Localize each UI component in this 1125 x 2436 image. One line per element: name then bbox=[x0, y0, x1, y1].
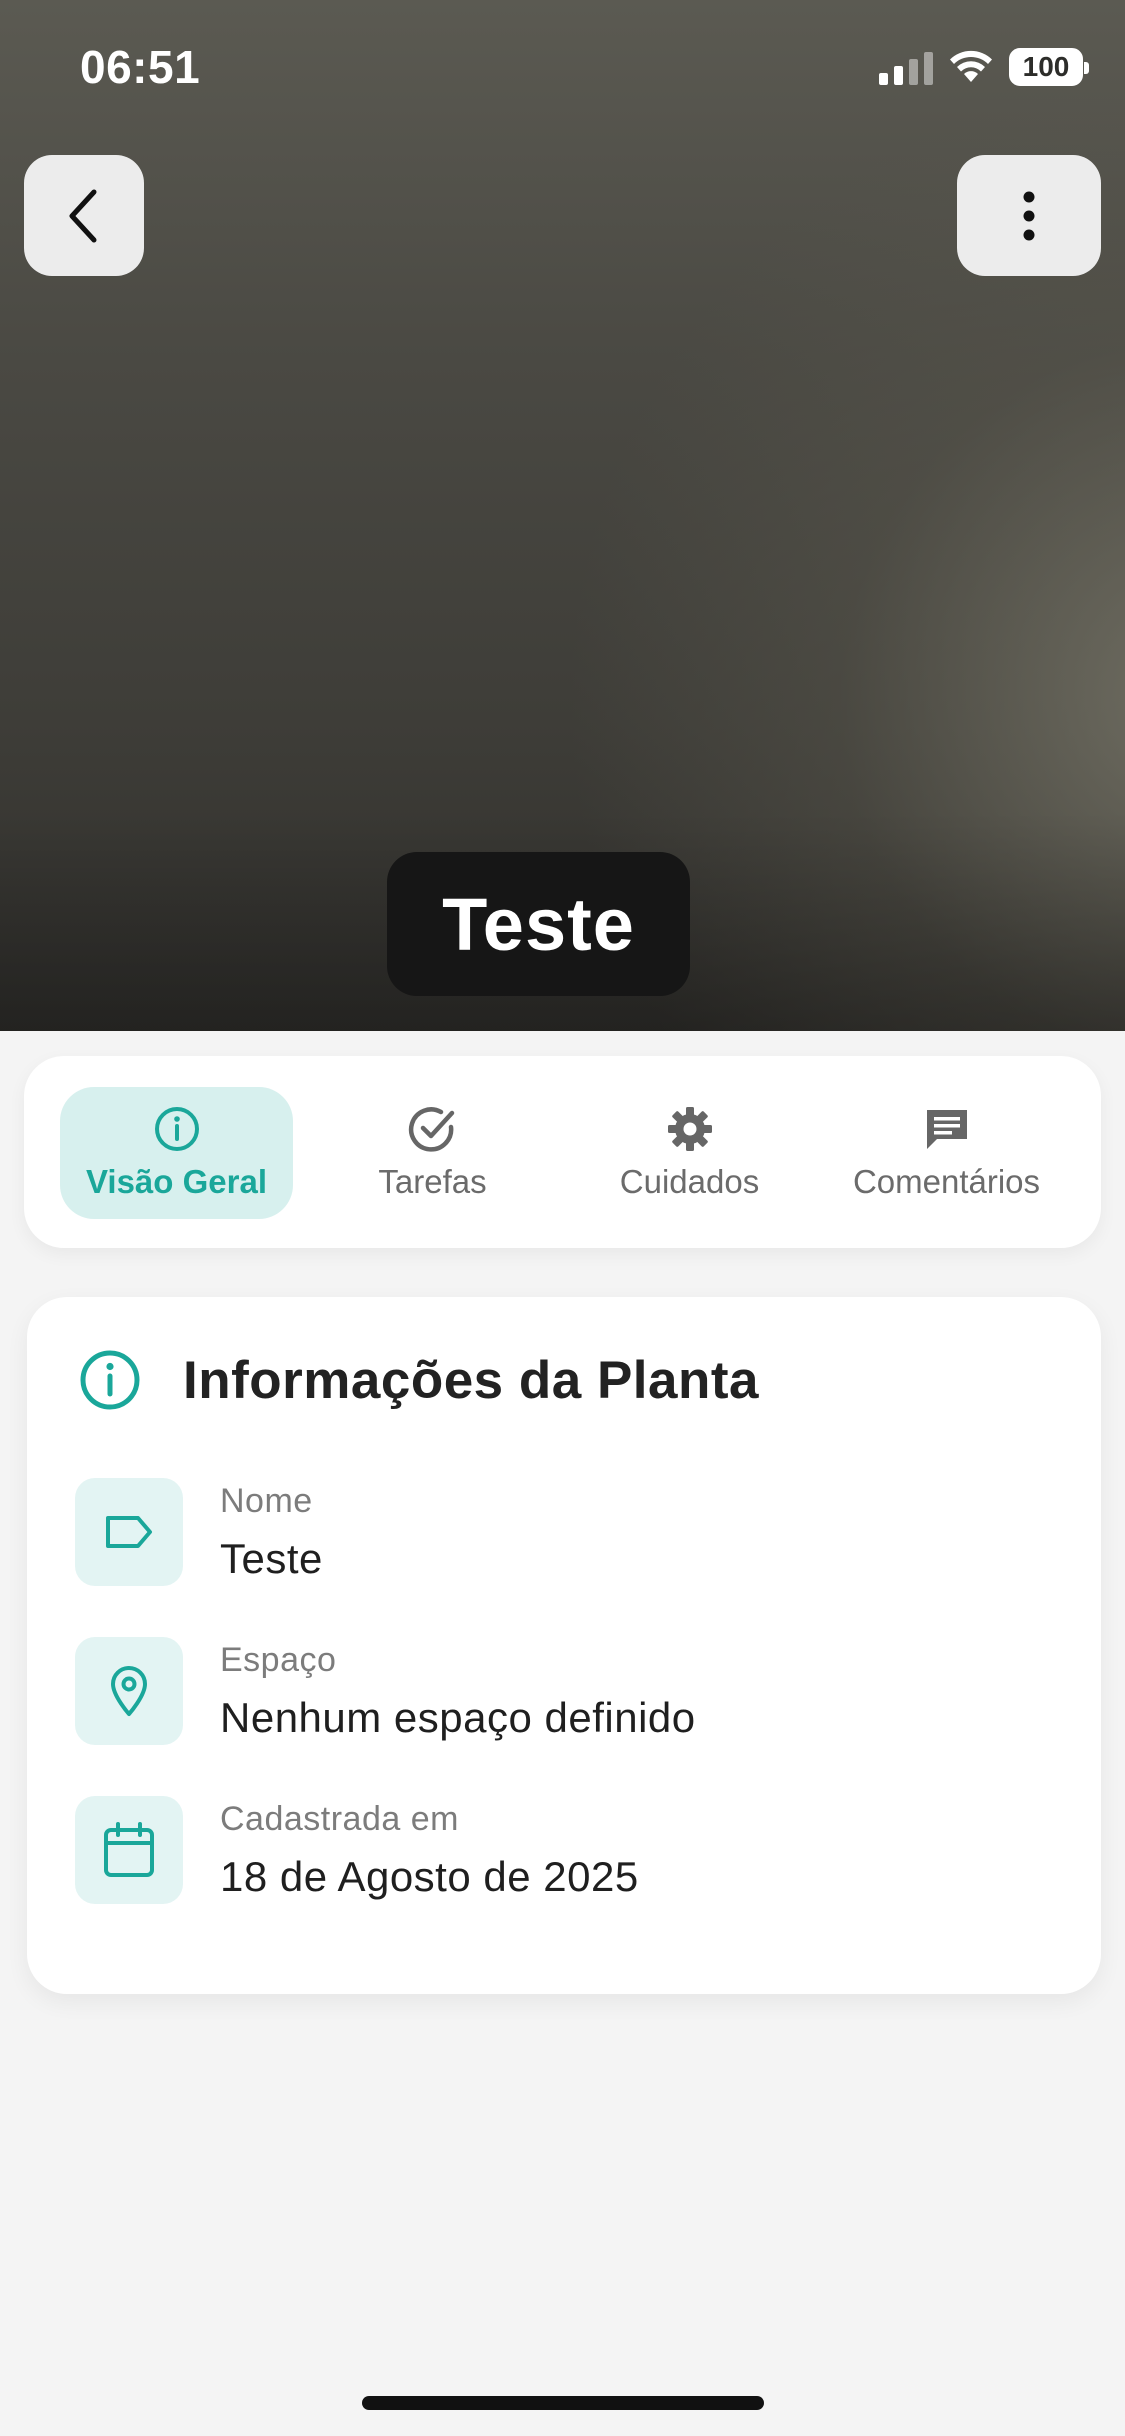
info-icon bbox=[80, 1350, 140, 1410]
more-options-button[interactable] bbox=[957, 155, 1101, 276]
battery-icon: 100 bbox=[1009, 48, 1089, 86]
home-indicator bbox=[362, 2396, 764, 2410]
plant-name-title: Teste bbox=[387, 852, 690, 996]
chevron-left-icon bbox=[69, 189, 97, 242]
row-icon-box bbox=[75, 1637, 183, 1745]
info-icon bbox=[154, 1107, 199, 1151]
space-label: Espaço bbox=[220, 1640, 337, 1679]
status-icons: 100 bbox=[879, 48, 1089, 86]
row-icon-box bbox=[75, 1796, 183, 1904]
card-header: Informações da Planta bbox=[79, 1349, 759, 1411]
tab-care[interactable]: Cuidados bbox=[573, 1087, 806, 1219]
plant-detail-screen: 06:51 100 Teste Visão Geral Tarefas Cuid… bbox=[0, 0, 1125, 2436]
name-label: Nome bbox=[220, 1481, 313, 1520]
info-row-space: Espaço Nenhum espaço definido bbox=[75, 1637, 696, 1745]
status-time: 06:51 bbox=[80, 41, 201, 93]
tag-icon bbox=[106, 1516, 152, 1548]
comment-icon bbox=[926, 1110, 967, 1149]
back-button[interactable] bbox=[24, 155, 144, 276]
wifi-icon bbox=[950, 50, 992, 82]
tab-overview[interactable]: Visão Geral bbox=[60, 1087, 293, 1219]
gear-icon bbox=[667, 1107, 712, 1151]
plant-info-card: Informações da Planta Nome Teste Espaço … bbox=[27, 1297, 1101, 1994]
cellular-signal-icon bbox=[879, 49, 933, 85]
tab-bar: Visão Geral Tarefas Cuidados Comentários bbox=[24, 1056, 1101, 1248]
name-value: Teste bbox=[220, 1534, 323, 1582]
space-value: Nenhum espaço definido bbox=[220, 1693, 696, 1741]
tab-overview-label: Visão Geral bbox=[85, 1163, 267, 1200]
more-vertical-icon bbox=[1023, 191, 1035, 240]
registered-label: Cadastrada em bbox=[220, 1799, 459, 1838]
tab-tasks[interactable]: Tarefas bbox=[316, 1087, 549, 1219]
registered-value: 18 de Agosto de 2025 bbox=[220, 1852, 639, 1900]
row-icon-box bbox=[75, 1478, 183, 1586]
card-title: Informações da Planta bbox=[183, 1350, 760, 1410]
tab-tasks-label: Tarefas bbox=[378, 1163, 487, 1200]
tab-care-label: Cuidados bbox=[619, 1163, 760, 1200]
check-circle-icon bbox=[408, 1107, 454, 1152]
location-pin-icon bbox=[111, 1666, 147, 1716]
info-row-registered: Cadastrada em 18 de Agosto de 2025 bbox=[75, 1796, 639, 1904]
calendar-icon bbox=[104, 1822, 154, 1877]
info-row-name: Nome Teste bbox=[75, 1478, 323, 1586]
tab-comments[interactable]: Comentários bbox=[830, 1087, 1063, 1219]
tab-comments-label: Comentários bbox=[852, 1163, 1041, 1200]
